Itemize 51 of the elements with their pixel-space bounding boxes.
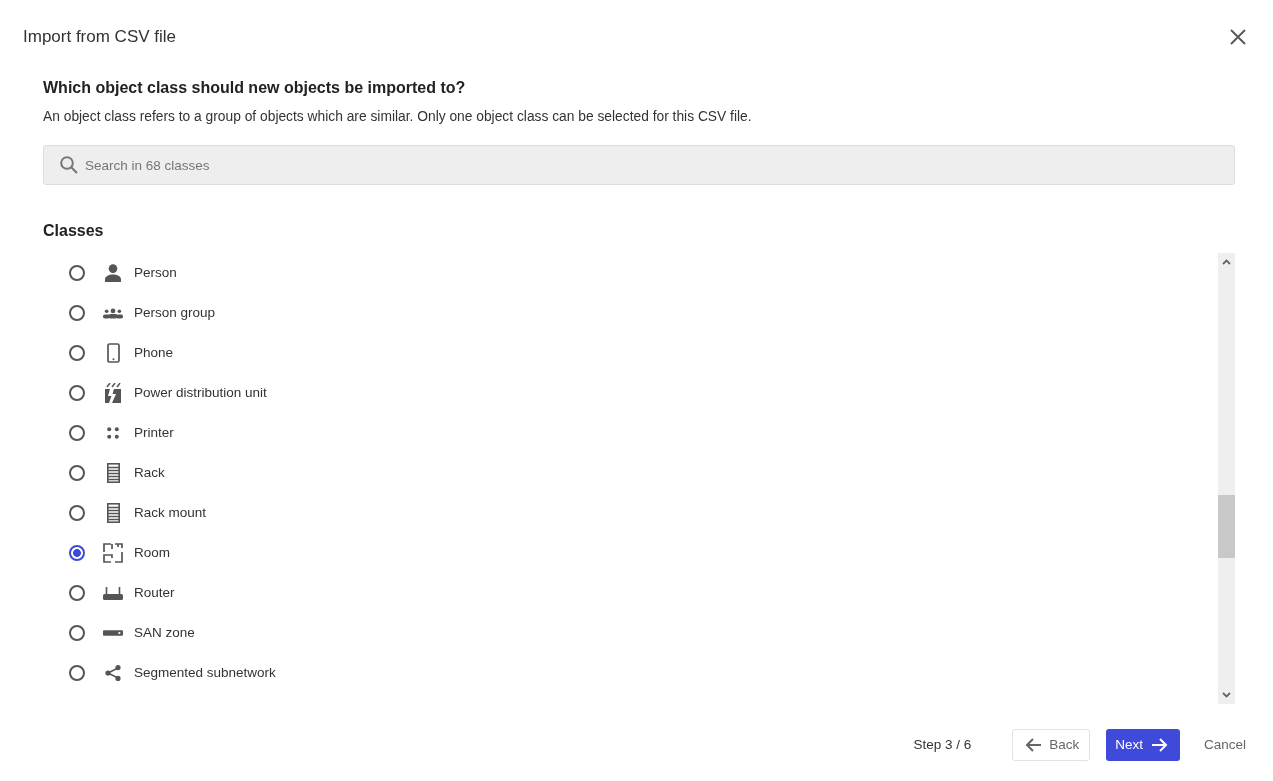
class-label: Room xyxy=(134,543,170,562)
radio-button[interactable] xyxy=(69,665,85,681)
lightning-box-icon xyxy=(104,383,122,403)
share-icon xyxy=(105,665,121,681)
class-label: Power distribution unit xyxy=(134,383,267,402)
description-text: An object class refers to a group of objects which are similar. Only one object class can be selected for this CSV file. xyxy=(43,108,753,126)
step-indicator: Step 3 / 6 xyxy=(913,735,972,754)
radio-button[interactable] xyxy=(69,385,85,401)
class-label: Phone xyxy=(134,343,174,362)
dialog-title: Import from CSV file xyxy=(23,26,177,48)
class-label: Rack xyxy=(134,463,165,482)
scroll-down-icon[interactable] xyxy=(1222,692,1231,698)
radio-button[interactable] xyxy=(69,265,85,281)
class-label: Router xyxy=(134,583,175,602)
radio-button[interactable] xyxy=(69,625,85,641)
router-icon xyxy=(103,586,123,600)
radio-button[interactable] xyxy=(69,545,85,561)
device-bar-icon xyxy=(103,630,123,636)
people-icon xyxy=(103,307,123,319)
person-icon xyxy=(105,264,121,282)
rack-icon xyxy=(106,463,120,483)
class-label: Printer xyxy=(134,423,174,442)
close-button[interactable] xyxy=(1229,28,1247,46)
class-label: Person group xyxy=(134,303,216,322)
scroll-up-icon[interactable] xyxy=(1222,259,1231,265)
radio-button[interactable] xyxy=(69,465,85,481)
scrollbar[interactable] xyxy=(1218,253,1235,704)
class-label: Segmented subnetwork xyxy=(134,663,276,682)
rack-icon xyxy=(106,503,120,523)
radio-button[interactable] xyxy=(69,345,85,361)
search-field[interactable]: Search in 68 classes xyxy=(43,145,1235,185)
question-heading: Which object class should new objects be imported to? xyxy=(43,78,467,98)
back-button[interactable]: Back xyxy=(1012,729,1091,761)
phone-icon xyxy=(106,343,120,363)
class-label: Rack mount xyxy=(134,503,207,522)
dots-icon xyxy=(107,427,119,439)
arrow-left-icon xyxy=(1025,738,1042,752)
scrollbar-thumb[interactable] xyxy=(1218,495,1235,558)
radio-button[interactable] xyxy=(69,425,85,441)
close-icon xyxy=(1230,29,1246,45)
section-heading: Classes xyxy=(43,221,105,241)
search-icon xyxy=(60,156,78,174)
radio-button[interactable] xyxy=(69,585,85,601)
next-button[interactable]: Next xyxy=(1106,729,1180,761)
floor-plan-icon xyxy=(103,543,123,563)
radio-button[interactable] xyxy=(69,505,85,521)
cancel-button[interactable]: Cancel xyxy=(1203,734,1246,756)
class-label: Person xyxy=(134,263,177,282)
arrow-right-icon xyxy=(1151,738,1168,752)
radio-button[interactable] xyxy=(69,305,85,321)
class-label: SAN zone xyxy=(134,623,195,642)
